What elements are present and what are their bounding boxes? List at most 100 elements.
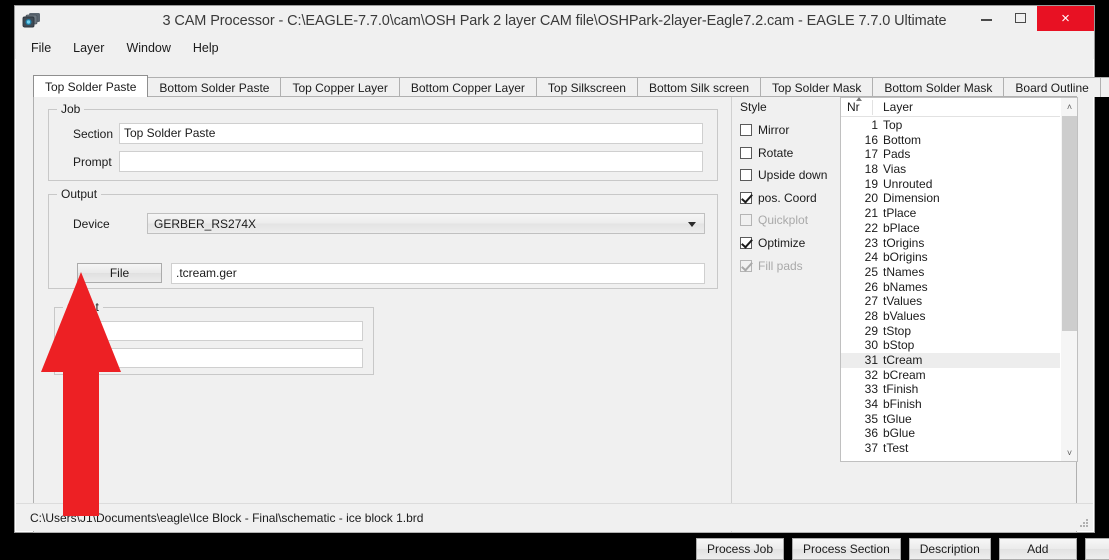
- minimize-button[interactable]: [969, 6, 1003, 29]
- layer-row-nr: 34: [864, 397, 878, 412]
- checkbox-optimize[interactable]: Optimize: [740, 236, 805, 250]
- button-del[interactable]: Del: [1084, 538, 1109, 560]
- layer-row[interactable]: 32 bCream: [841, 368, 1060, 383]
- layer-row[interactable]: 23 tOrigins: [841, 236, 1060, 251]
- tab-top-solder-paste[interactable]: Top Solder Paste: [33, 75, 149, 97]
- layer-row-nr: 19: [864, 176, 878, 191]
- checkbox-label: Optimize: [758, 236, 806, 250]
- layer-row[interactable]: 30 bStop: [841, 338, 1060, 353]
- layer-row[interactable]: 28 bValues: [841, 309, 1060, 324]
- checkbox-box-icon: [740, 169, 752, 182]
- scroll-up-icon[interactable]: ˄: [1061, 98, 1078, 115]
- tab-bottom-copper-layer[interactable]: Bottom Copper Layer: [398, 77, 537, 97]
- scrollbar-thumb[interactable]: [1062, 116, 1077, 331]
- layer-row[interactable]: 31 tCream: [841, 353, 1060, 368]
- layer-row[interactable]: 34 bFinish: [841, 397, 1060, 412]
- layer-list-scrollbar[interactable]: ˄ ˅: [1060, 98, 1077, 461]
- layer-row-nr: 22: [864, 220, 878, 235]
- layer-row-name: Dimension: [883, 191, 940, 206]
- layer-row[interactable]: 25 tNames: [841, 265, 1060, 280]
- menu-bar: File Layer Window Help: [15, 37, 1094, 59]
- action-button-bar: Process Job Process Section Description Add…: [696, 538, 1109, 560]
- column-header-nr[interactable]: Nr: [847, 97, 862, 114]
- button-process-job[interactable]: Process Job: [696, 538, 785, 560]
- layer-row-nr: 31: [864, 353, 878, 367]
- layer-row[interactable]: 35 tGlue: [841, 412, 1060, 427]
- layer-row[interactable]: 22 bPlace: [841, 221, 1060, 236]
- style-panel: Style Mirror Rotate Upside down pos. Coord Q…: [731, 97, 836, 532]
- checkbox-mirror[interactable]: Mirror: [740, 123, 789, 137]
- offset-group-title: Offset: [63, 300, 103, 314]
- layer-row[interactable]: 21 tPlace: [841, 206, 1060, 221]
- section-input[interactable]: Top Solder Paste: [119, 123, 703, 144]
- maximize-button[interactable]: [1003, 6, 1037, 29]
- tab-top-solder-mask[interactable]: Top Solder Mask: [760, 77, 874, 97]
- menu-item-window[interactable]: Window: [115, 39, 181, 57]
- layer-row[interactable]: 24 bOrigins: [841, 250, 1060, 265]
- layer-row[interactable]: 19 Unrouted: [841, 177, 1060, 192]
- button-description[interactable]: Description: [908, 538, 991, 560]
- job-group: Job Section Top Solder Paste Prompt: [48, 102, 718, 181]
- layer-row[interactable]: 26 bNames: [841, 280, 1060, 295]
- layer-row[interactable]: 33 tFinish: [841, 382, 1060, 397]
- title-bar: 3 CAM Processor - C:\EAGLE-7.7.0\cam\OSH…: [15, 6, 1094, 37]
- checkbox-pos-coord[interactable]: pos. Coord: [740, 191, 817, 205]
- checkbox-label: Mirror: [758, 123, 790, 137]
- device-combo-box[interactable]: GERBER_RS274X: [147, 213, 705, 234]
- checkbox-rotate[interactable]: Rotate: [740, 146, 793, 160]
- layer-list[interactable]: Nr Layer 1 Top 16 Bottom 17 Pads 18 Vias 19 Unrou…: [840, 97, 1078, 462]
- layer-row-nr: 32: [864, 367, 878, 382]
- layer-row[interactable]: 27 tValues: [841, 294, 1060, 309]
- layer-row-nr: 37: [864, 441, 878, 456]
- layer-row[interactable]: 1 Top: [841, 118, 1060, 133]
- layer-row-name: tOrigins: [883, 235, 925, 250]
- tab-top-copper-layer[interactable]: Top Copper Layer: [280, 77, 400, 97]
- layer-row-name: bGlue: [883, 426, 916, 441]
- client-area: Top Solder Paste Bottom Solder Paste Top C…: [16, 60, 1109, 560]
- layer-row[interactable]: 37 tTest: [841, 441, 1060, 456]
- layer-row-name: bValues: [883, 308, 926, 323]
- prompt-label: Prompt: [73, 155, 112, 169]
- file-path-input[interactable]: .tcream.ger: [171, 263, 705, 284]
- resize-grip[interactable]: [1077, 516, 1089, 528]
- tab-bottom-silk-screen[interactable]: Bottom Silk screen: [636, 77, 761, 97]
- offset-y-input[interactable]: [81, 348, 363, 368]
- button-add[interactable]: Add: [998, 538, 1077, 560]
- tab-bottom-solder-mask[interactable]: Bottom Solder Mask: [872, 77, 1005, 97]
- tab-top-silkscreen[interactable]: Top Silkscreen: [535, 77, 638, 97]
- checkbox-box-icon: [740, 146, 752, 159]
- layer-row-name: bCream: [883, 367, 926, 382]
- device-combo-value: GERBER_RS274X: [154, 217, 257, 231]
- layer-row[interactable]: 17 Pads: [841, 147, 1060, 162]
- scroll-down-icon[interactable]: ˅: [1061, 444, 1078, 461]
- offset-group: Offset X 0 Y: [54, 300, 374, 375]
- layer-row-name: bStop: [883, 338, 915, 353]
- tab-bottom-solder-paste[interactable]: Bottom Solder Paste: [147, 77, 282, 97]
- menu-item-file[interactable]: File: [20, 39, 62, 57]
- layer-row[interactable]: 18 Vias: [841, 162, 1060, 177]
- file-button[interactable]: File: [77, 263, 162, 283]
- offset-x-input[interactable]: 0: [81, 321, 363, 341]
- tab-excellon-drill[interactable]: Excellon Drill: [1099, 77, 1109, 97]
- layer-row-nr: 36: [864, 426, 878, 441]
- layer-row-nr: 18: [864, 162, 878, 177]
- prompt-input[interactable]: [119, 151, 703, 172]
- close-button[interactable]: ×: [1037, 6, 1094, 31]
- layer-row[interactable]: 29 tStop: [841, 324, 1060, 339]
- cam-processor-window: 3 CAM Processor - C:\EAGLE-7.7.0\cam\OSH…: [14, 5, 1109, 560]
- column-header-layer[interactable]: Layer: [883, 100, 913, 114]
- button-process-section[interactable]: Process Section: [792, 538, 901, 560]
- minimize-icon: [980, 18, 992, 21]
- tab-board-outline[interactable]: Board Outline: [1003, 77, 1101, 97]
- layer-row-name: Vias: [883, 162, 907, 177]
- checkbox-upside-down[interactable]: Upside down: [740, 168, 827, 182]
- layer-row[interactable]: 16 Bottom: [841, 133, 1060, 148]
- menu-item-layer[interactable]: Layer: [62, 39, 115, 57]
- layer-row[interactable]: 36 bGlue: [841, 426, 1060, 441]
- layer-row-name: tFinish: [883, 382, 919, 397]
- checkbox-box-icon: [740, 124, 752, 136]
- device-label: Device: [73, 217, 110, 231]
- layer-row[interactable]: 20 Dimension: [841, 191, 1060, 206]
- layer-row-nr: 33: [864, 382, 878, 397]
- menu-item-help[interactable]: Help: [182, 39, 230, 57]
